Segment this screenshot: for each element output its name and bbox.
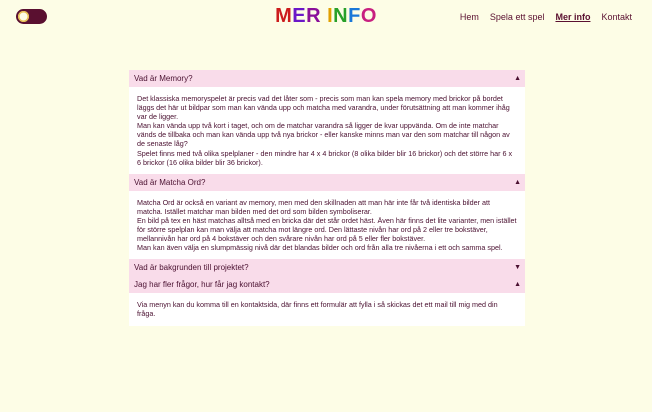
faq-question-label: Vad är bakgrunden till projektet?: [134, 263, 249, 273]
nav-link-mer-info[interactable]: Mer info: [555, 12, 590, 22]
faq-question[interactable]: Vad är bakgrunden till projektet? ▼: [129, 259, 525, 277]
site-header: MER INFO Hem Spela ett spel Mer info Kontak…: [0, 0, 652, 40]
faq-answer-paragraph: Via menyn kan du komma till en kontaktsi…: [137, 300, 498, 319]
faq-accordion: Vad är Memory? ▲ Det klassiska memoryspele…: [129, 70, 525, 326]
collapse-arrow-icon: ▲: [514, 178, 521, 186]
collapse-arrow-icon: ▲: [514, 75, 521, 82]
main-nav: Hem Spela ett spel Mer info Kontakt: [460, 12, 632, 22]
faq-answer: Det klassiska memoryspelet är precis vad…: [129, 87, 525, 174]
nav-link-kontakt[interactable]: Kontakt: [601, 12, 632, 22]
faq-answer: Via menyn kan du komma till en kontaktsi…: [129, 293, 525, 326]
faq-question[interactable]: Vad är Memory? ▲: [129, 70, 525, 87]
faq-answer-paragraph: Man kan även välja en slumpmässig nivå d…: [137, 243, 503, 253]
nav-link-hem[interactable]: Hem: [460, 12, 479, 22]
logo-letter: M: [275, 5, 293, 27]
logo-letter: R: [306, 5, 322, 27]
logo-letter: E: [292, 5, 307, 27]
faq-answer: Matcha Ord är också en variant av memory…: [129, 190, 525, 260]
faq-answer-paragraph: Man kan vända upp två kort i taget, och …: [137, 121, 510, 149]
logo-letter: F: [348, 5, 361, 27]
logo-letter: O: [360, 5, 377, 27]
faq-question-label: Vad är Memory?: [134, 74, 193, 83]
collapse-arrow-icon: ▲: [514, 281, 521, 289]
faq-answer-paragraph: En bild på tex en häst matchas alltså me…: [137, 215, 517, 244]
nav-link-spela-ett-spel[interactable]: Spela ett spel: [490, 12, 545, 22]
faq-question-label: Vad är Matcha Ord?: [134, 177, 206, 187]
expand-arrow-icon: ▼: [514, 264, 521, 272]
faq-question-label: Jag har fler frågor, hur får jag kontakt…: [134, 280, 270, 290]
faq-answer-paragraph: Det klassiska memoryspelet är precis vad…: [137, 94, 510, 122]
logo-letter: N: [333, 5, 349, 27]
faq-question[interactable]: Vad är Matcha Ord? ▲: [129, 173, 525, 191]
faq-question[interactable]: Jag har fler frågor, hur får jag kontakt…: [129, 276, 525, 294]
faq-answer-paragraph: Spelet finns med två olika spelplaner - …: [137, 148, 513, 167]
faq-answer-paragraph: Matcha Ord är också en variant av memory…: [137, 197, 491, 216]
